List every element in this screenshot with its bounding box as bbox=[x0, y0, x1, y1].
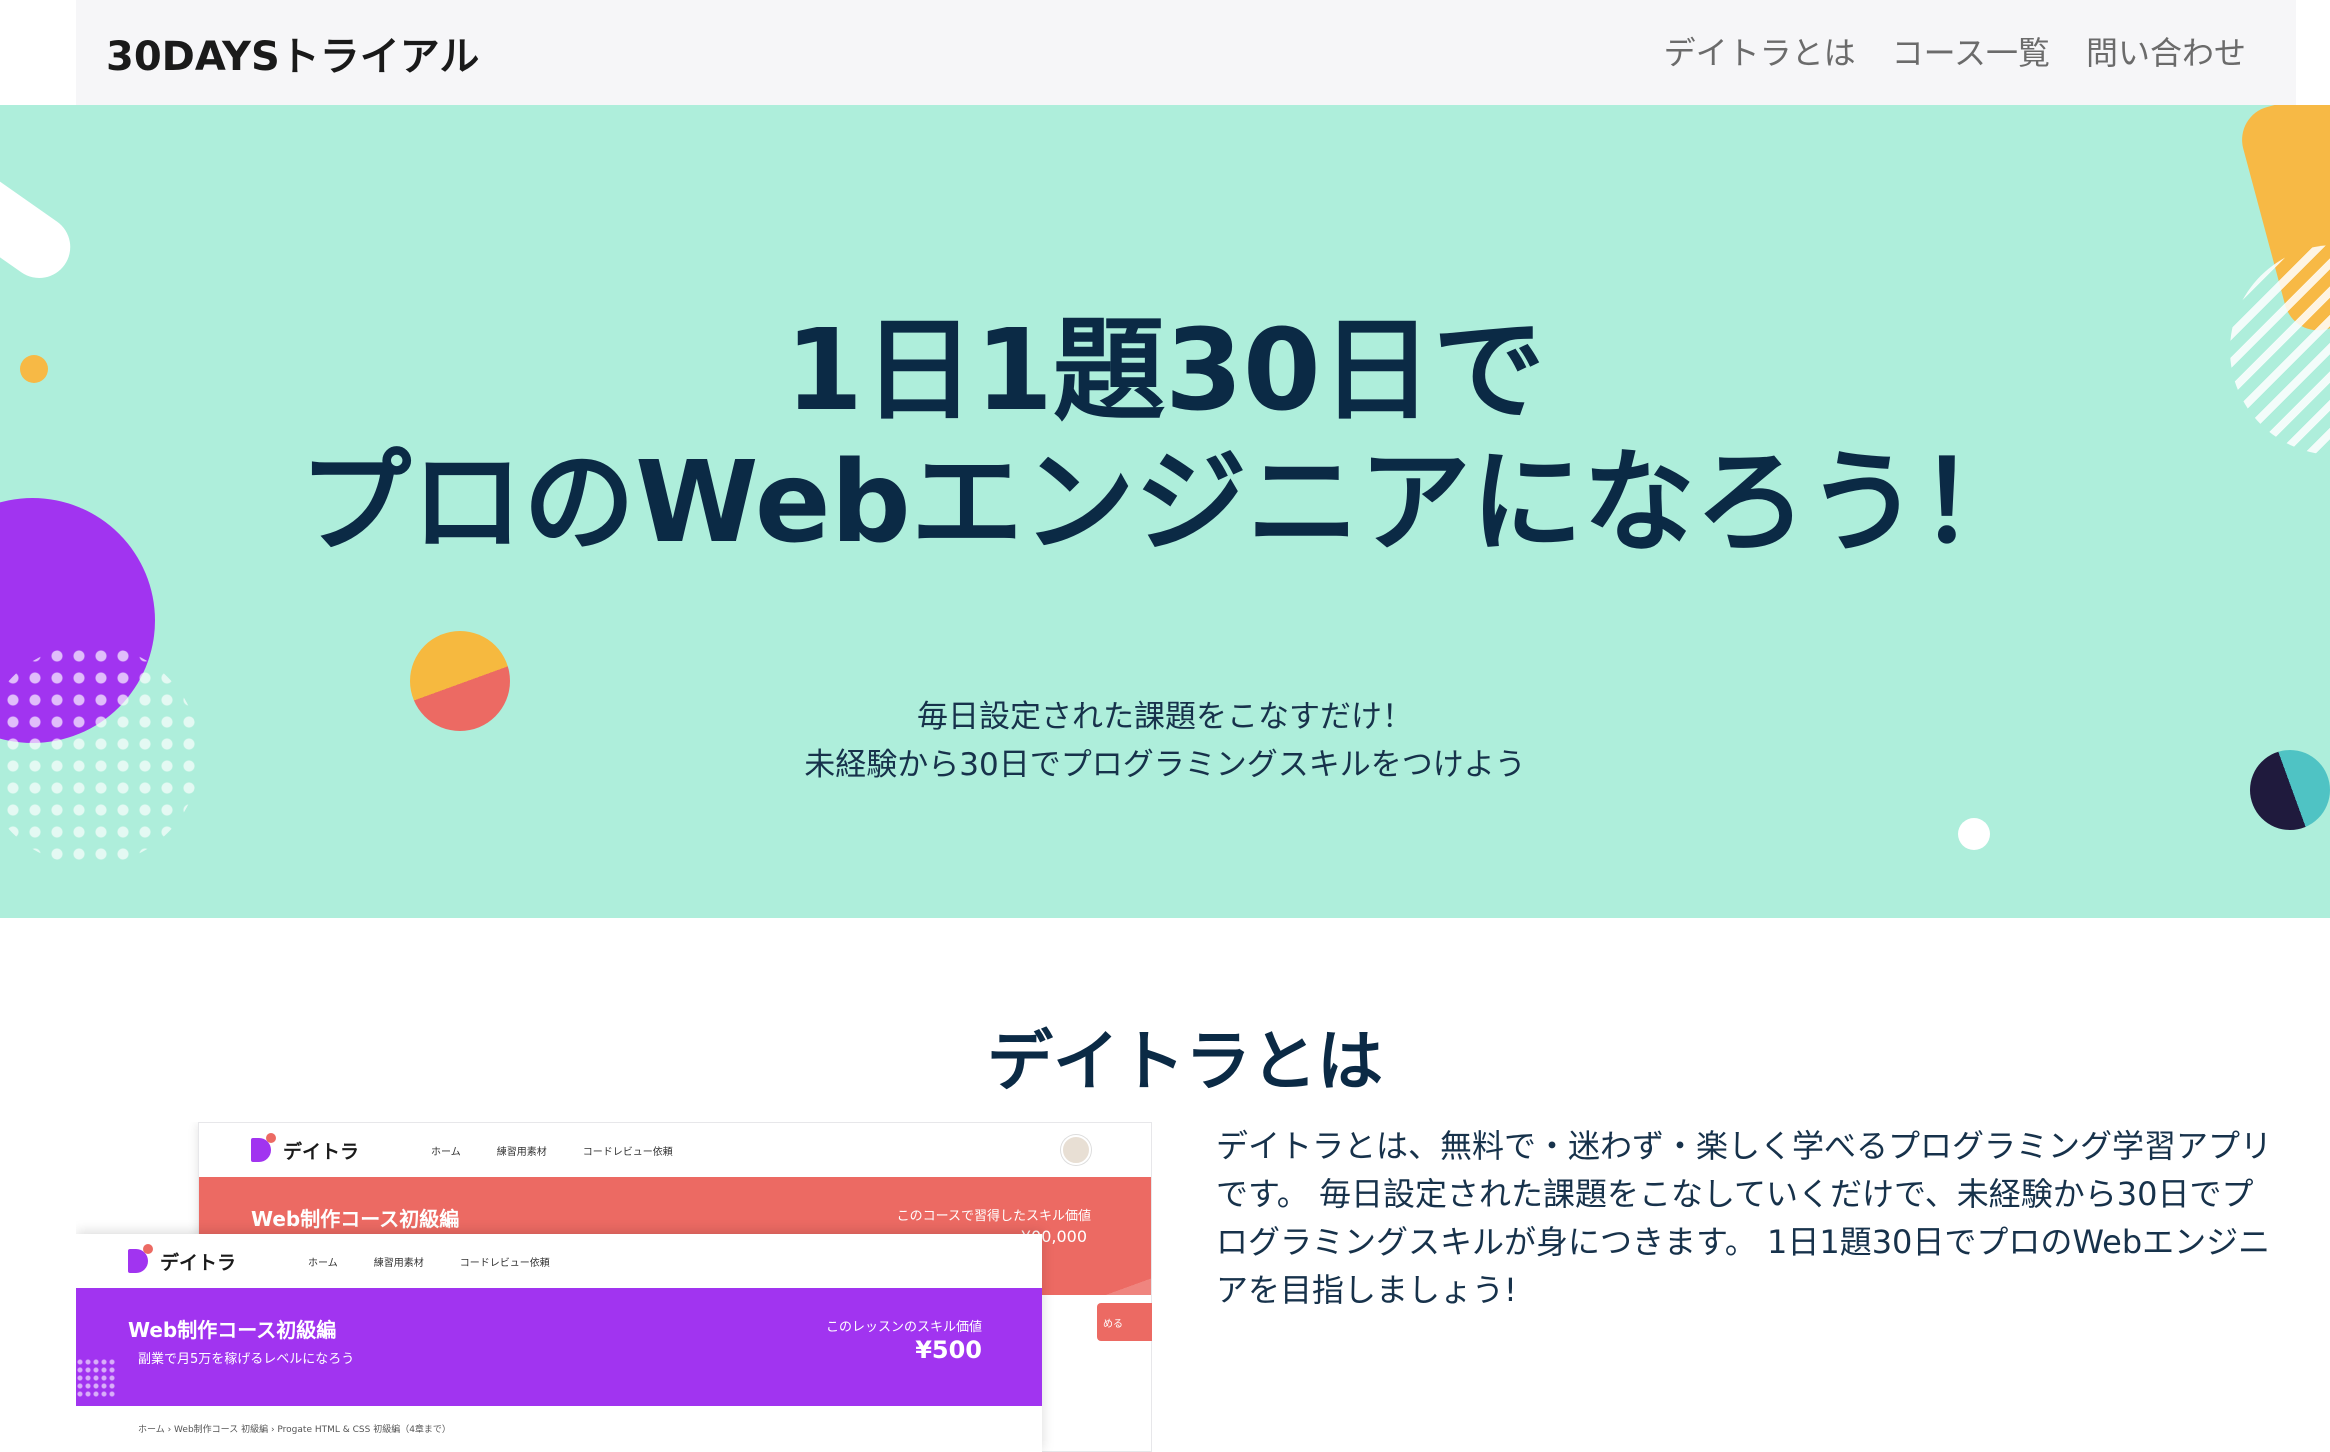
mini-brand: デイトラ bbox=[160, 1251, 237, 1274]
mini-nav-code-review: コードレビュー依頼 bbox=[459, 1257, 550, 1269]
daytra-logo-icon bbox=[251, 1133, 276, 1162]
hero-section: 1日1題30日で プロのWebエンジニアになろう！ 毎日設定された課題をこなすだ… bbox=[0, 105, 2330, 918]
hero-title-line-2: プロのWebエンジニアになろう！ bbox=[299, 438, 2031, 568]
main-nav: デイトラとは コース一覧 問い合わせ bbox=[1664, 28, 2246, 74]
decorative-white-dot bbox=[1958, 818, 1990, 850]
lesson-banner: Web制作コース初級編 副業で月5万を稼げるレベルになろう このレッスンのスキル… bbox=[76, 1288, 1042, 1406]
hero-subtitle-line-2: 未経験から30日でプログラミングスキルをつけよう bbox=[804, 747, 1526, 783]
hero-subtitle-line-1: 毎日設定された課題をこなすだけ！ bbox=[917, 699, 1413, 735]
mini-navbar: デイトラ ホーム 練習用素材 コードレビュー依頼 bbox=[199, 1123, 1151, 1177]
mini-nav-materials: 練習用素材 bbox=[373, 1257, 424, 1269]
daytra-logo-icon bbox=[128, 1244, 153, 1273]
decorative-pill-shape bbox=[0, 141, 83, 291]
site-header: 30DAYSトライアル デイトラとは コース一覧 問い合わせ bbox=[76, 0, 2296, 105]
banner-dot-decoration bbox=[76, 1358, 116, 1398]
mini-nav-materials: 練習用素材 bbox=[496, 1146, 547, 1158]
mini-nav-home: ホーム bbox=[431, 1146, 461, 1158]
avatar bbox=[1061, 1135, 1091, 1165]
about-description: デイトラとは、無料で・迷わず・楽しく学べるプログラミング学習アプリです。 毎日設… bbox=[1216, 1127, 2273, 1309]
about-section-title: デイトラとは bbox=[987, 1023, 1383, 1100]
mini-nav-home: ホーム bbox=[308, 1257, 338, 1269]
lesson-skill-value-label: このレッスンのスキル価値 bbox=[825, 1320, 982, 1335]
skill-value-label: このコースで習得したスキル価値 bbox=[896, 1209, 1091, 1224]
hero-subtitle: 毎日設定された課題をこなすだけ！ 未経験から30日でプログラミングスキルをつけよ… bbox=[0, 693, 2330, 789]
hero-title: 1日1題30日で プロのWebエンジニアになろう！ bbox=[0, 305, 2330, 569]
breadcrumb: ホーム › Web制作コース 初級編 › Progate HTML & CSS … bbox=[138, 1425, 451, 1435]
nav-link-contact[interactable]: 問い合わせ bbox=[2086, 28, 2246, 74]
nav-link-courses[interactable]: コース一覧 bbox=[1892, 28, 2050, 74]
course-title: Web制作コース初級編 bbox=[251, 1207, 460, 1231]
hero-title-line-1: 1日1題30日で bbox=[785, 306, 1545, 436]
mini-nav-code-review: コードレビュー依頼 bbox=[582, 1146, 673, 1158]
lesson-skill-value-price: ¥500 bbox=[915, 1336, 982, 1364]
mini-brand: デイトラ bbox=[283, 1140, 360, 1163]
app-screenshot: デイトラ ホーム 練習用素材 コードレビュー依頼 Web制作コース初級編 このコ… bbox=[76, 1122, 1152, 1452]
nav-link-about[interactable]: デイトラとは bbox=[1664, 28, 1856, 74]
mini-cta-button: める bbox=[1097, 1303, 1152, 1341]
site-logo[interactable]: 30DAYSトライアル bbox=[106, 24, 479, 82]
app-screenshot-front-card: デイトラ ホーム 練習用素材 コードレビュー依頼 Web制作コース初級編 副業で… bbox=[76, 1234, 1042, 1452]
lesson-course-title: Web制作コース初級編 bbox=[128, 1318, 337, 1342]
mini-navbar: デイトラ ホーム 練習用素材 コードレビュー依頼 bbox=[76, 1234, 1042, 1288]
lesson-course-subtitle: 副業で月5万を稼げるレベルになろう bbox=[138, 1352, 355, 1367]
